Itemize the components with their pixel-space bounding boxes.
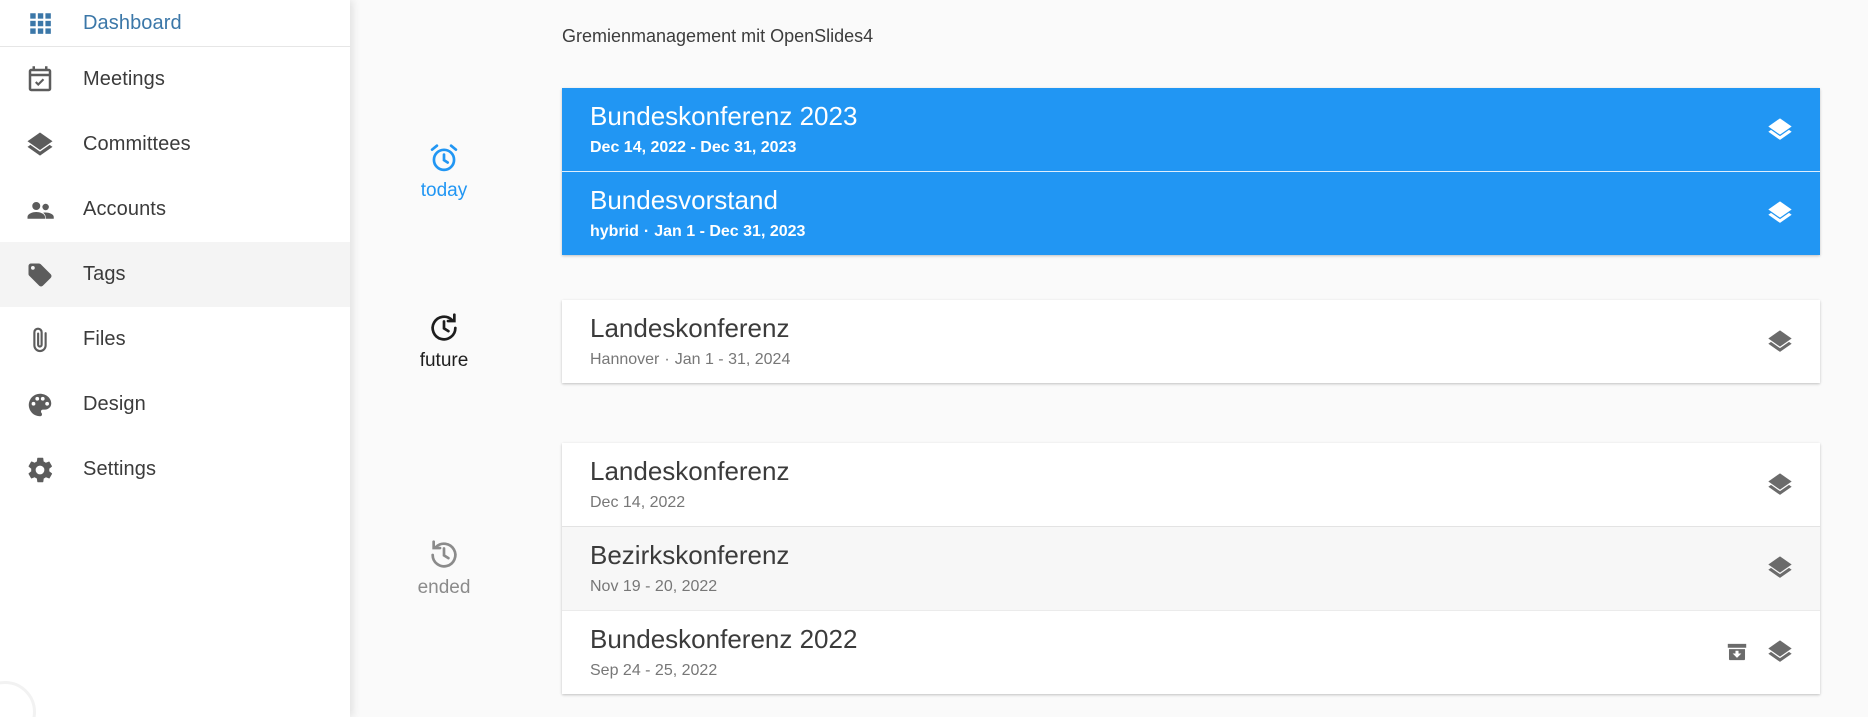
meeting-row-actions (1766, 554, 1794, 582)
meeting-row-text: Bundesvorstand hybrid · Jan 1 - Dec 31, 202… (590, 185, 1746, 241)
meeting-dates: Nov 19 - 20, 2022 (590, 577, 718, 595)
apps-grid-icon (14, 10, 66, 36)
meeting-row-actions (1766, 471, 1794, 499)
meeting-separator: · (643, 222, 650, 240)
group-label: today (420, 179, 468, 201)
meeting-title: Bundeskonferenz 2022 (590, 623, 858, 654)
layers-icon[interactable] (1766, 328, 1794, 356)
sidebar-item-label: Accounts (83, 198, 167, 220)
main-sidebar: Dashboard Meetings Committees Accounts Tags F… (0, 0, 350, 717)
meeting-row-text: Bundeskonferenz 2023 Dec 14, 2022 - Dec 3… (590, 101, 1746, 157)
sidebar-scroll-indicator (0, 681, 36, 717)
meeting-dates: Sep 24 - 25, 2022 (590, 661, 718, 679)
meeting-location: Hannover (590, 350, 660, 368)
meeting-separator: · (664, 350, 670, 368)
gear-icon (14, 455, 66, 485)
sidebar-item-settings[interactable]: Settings (0, 437, 350, 502)
meeting-dates: Jan 1 - Dec 31, 2023 (654, 222, 806, 240)
page-subtitle: Gremienmanagement mit OpenSlides4 (562, 26, 874, 46)
group-gutter-ended: ended (350, 443, 562, 694)
meeting-title: Bundeskonferenz 2023 (590, 101, 858, 132)
sidebar-item-label: Files (83, 328, 126, 350)
app-root: Dashboard Meetings Committees Accounts Tags F… (0, 0, 1868, 717)
layers-icon[interactable] (1766, 638, 1794, 666)
meeting-row-actions (1766, 199, 1794, 227)
meeting-row[interactable]: Landeskonferenz Dec 14, 2022 (562, 443, 1820, 526)
alarm-clock-icon (427, 141, 461, 175)
meeting-subtitle: Dec 14, 2022 (590, 494, 1746, 512)
sidebar-item-committees[interactable]: Committees (0, 112, 350, 177)
meeting-dates: Dec 14, 2022 - Dec 31, 2023 (590, 138, 797, 156)
sidebar-item-label: Design (83, 393, 146, 415)
meeting-group-future: future Landeskonferenz Hannover · Jan 1 - 31… (350, 300, 1868, 383)
sidebar-item-meetings[interactable]: Meetings (0, 47, 350, 112)
tag-icon (14, 260, 66, 290)
meeting-dates: Dec 14, 2022 (590, 493, 686, 511)
sidebar-item-label: Committees (83, 133, 191, 155)
meeting-row-text: Landeskonferenz Dec 14, 2022 (590, 456, 1746, 512)
meeting-row[interactable]: Bundeskonferenz 2022 Sep 24 - 25, 2022 (562, 609, 1820, 694)
sidebar-item-label: Dashboard (83, 11, 182, 34)
archive-icon[interactable] (1724, 639, 1750, 665)
clock-back-icon (427, 538, 461, 572)
meeting-card-future: Landeskonferenz Hannover · Jan 1 - 31, 2024 (562, 300, 1820, 383)
meeting-row-text: Landeskonferenz Hannover · Jan 1 - 31, 2024 (590, 313, 1746, 369)
meeting-title: Landeskonferenz (590, 313, 790, 344)
meeting-group-ended: ended Landeskonferenz Dec 14, 2022 Bezirksk… (350, 443, 1868, 694)
group-gutter-today: today (350, 88, 562, 255)
paperclip-icon (14, 325, 66, 355)
meeting-row[interactable]: Landeskonferenz Hannover · Jan 1 - 31, 2024 (562, 300, 1820, 383)
calendar-check-icon (14, 65, 66, 95)
meeting-title: Bundesvorstand (590, 185, 778, 215)
group-gutter-future: future (350, 300, 562, 383)
layers-icon[interactable] (1766, 199, 1794, 227)
group-label: future (419, 350, 469, 371)
meeting-card-ended: Landeskonferenz Dec 14, 2022 Bezirkskonfer… (562, 443, 1820, 694)
meeting-row-text: Bezirkskonferenz Nov 19 - 20, 2022 (590, 540, 1746, 596)
sidebar-item-tags[interactable]: Tags (0, 242, 350, 307)
sidebar-item-dashboard[interactable]: Dashboard (0, 0, 350, 47)
sidebar-item-design[interactable]: Design (0, 372, 350, 437)
meeting-group-today: today Bundeskonferenz 2023 Dec 14, 2022 - … (350, 88, 1868, 255)
meeting-subtitle: hybrid · Jan 1 - Dec 31, 2023 (590, 223, 1746, 241)
sidebar-item-label: Settings (83, 458, 157, 480)
meeting-row-actions (1724, 638, 1794, 666)
meeting-row-actions (1766, 116, 1794, 144)
meeting-row[interactable]: Bezirkskonferenz Nov 19 - 20, 2022 (562, 526, 1820, 610)
meeting-card-today: Bundeskonferenz 2023 Dec 14, 2022 - Dec 3… (562, 88, 1820, 255)
meeting-dates: Jan 1 - 31, 2024 (674, 350, 791, 368)
meeting-location: hybrid (590, 222, 639, 240)
palette-icon (14, 390, 66, 420)
group-label: ended (417, 576, 471, 598)
meeting-subtitle: Sep 24 - 25, 2022 (590, 662, 1704, 680)
meeting-title: Bezirkskonferenz (590, 540, 790, 570)
meeting-subtitle: Hannover · Jan 1 - 31, 2024 (590, 351, 1746, 369)
meeting-subtitle: Nov 19 - 20, 2022 (590, 578, 1746, 596)
meeting-subtitle: Dec 14, 2022 - Dec 31, 2023 (590, 139, 1746, 157)
layers-icon[interactable] (1766, 471, 1794, 499)
layers-icon (14, 130, 66, 160)
layers-icon[interactable] (1766, 554, 1794, 582)
people-icon (14, 195, 66, 225)
sidebar-item-accounts[interactable]: Accounts (0, 177, 350, 242)
meeting-row[interactable]: Bundeskonferenz 2023 Dec 14, 2022 - Dec 3… (562, 88, 1820, 171)
layers-icon[interactable] (1766, 116, 1794, 144)
meeting-row-actions (1766, 328, 1794, 356)
meeting-row[interactable]: Bundesvorstand hybrid · Jan 1 - Dec 31, 202… (562, 171, 1820, 255)
sidebar-item-label: Meetings (83, 68, 165, 90)
sidebar-item-label: Tags (83, 263, 126, 285)
clock-forward-icon (427, 311, 461, 345)
main-content: Gremienmanagement mit OpenSlides4 today B… (350, 0, 1868, 717)
meeting-title: Landeskonferenz (590, 456, 790, 487)
sidebar-item-files[interactable]: Files (0, 307, 350, 372)
meeting-row-text: Bundeskonferenz 2022 Sep 24 - 25, 2022 (590, 623, 1704, 680)
